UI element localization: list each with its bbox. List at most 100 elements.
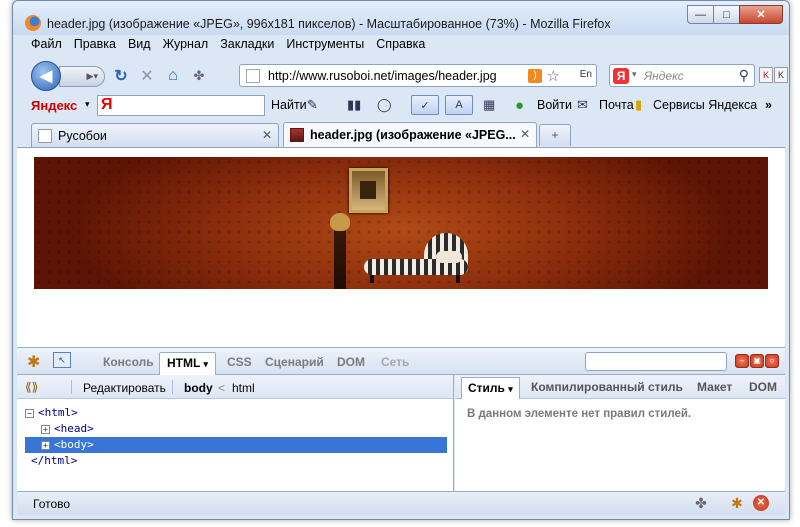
page-content <box>17 147 785 347</box>
window-controls: — □ ✕ <box>687 5 783 24</box>
minimize-button[interactable]: — <box>687 5 714 24</box>
picture-frame <box>349 168 388 213</box>
fb-tab-console[interactable]: Консоль <box>103 355 154 369</box>
bookmark-star-icon[interactable]: ☆ <box>547 67 560 85</box>
kaspersky-icon[interactable]: K <box>759 67 773 83</box>
fb-tab-dom[interactable]: DOM <box>337 355 365 369</box>
expand-icon[interactable]: + <box>41 440 50 450</box>
node-select-icon[interactable]: ⟪⟫ <box>25 380 38 394</box>
tree-node-label: <head> <box>54 422 94 435</box>
forward-button[interactable]: ▶▾ <box>59 66 105 87</box>
side-tab-style-label: Стиль <box>468 381 505 395</box>
yandex-search-input[interactable]: Я <box>97 95 265 116</box>
toolbar-overflow-chevron-icon[interactable]: » <box>765 98 772 112</box>
browser-window: header.jpg (изображение «JPEG», 996x181 … <box>12 0 790 520</box>
spellcheck-icon[interactable]: ✓ <box>411 95 439 115</box>
addon-status-icon[interactable]: ✤ <box>693 495 709 511</box>
tree-node-label: <body> <box>54 438 94 451</box>
breadcrumb-body[interactable]: body <box>184 381 213 395</box>
reload-icon[interactable]: ↻ <box>111 67 131 85</box>
tab-title: header.jpg (изображение «JPEG... <box>310 128 516 142</box>
chat-icon[interactable]: ◯ <box>377 96 392 114</box>
side-tab-computed[interactable]: Компилированный стиль <box>531 380 683 394</box>
breadcrumb-html[interactable]: html <box>232 381 255 395</box>
side-panel-tabs: Стиль ▾ Компилированный стиль Макет DOM <box>455 375 785 399</box>
tree-node-label: <html> <box>38 406 78 419</box>
menu-bookmarks[interactable]: Закладки <box>220 37 274 57</box>
firebug-detach-icon[interactable]: ▣ <box>750 354 764 368</box>
header-image <box>34 157 768 289</box>
error-status-icon[interactable]: ✕ <box>753 495 769 511</box>
menu-view[interactable]: Вид <box>128 37 151 57</box>
menu-history[interactable]: Журнал <box>163 37 209 57</box>
title-bar[interactable]: header.jpg (изображение «JPEG», 996x181 … <box>13 1 789 35</box>
expand-icon[interactable]: + <box>41 424 50 434</box>
tab-rusoboi[interactable]: Русобои ✕ <box>31 123 279 147</box>
url-bar[interactable]: http://www.rusoboi.net/images/header.jpg… <box>239 64 597 87</box>
tree-node-body-selected[interactable]: + <body> <box>25 437 447 453</box>
firebug-status-icon[interactable]: ✱ <box>729 495 745 511</box>
yandex-services-link[interactable]: Сервисы Яндекса <box>653 98 757 112</box>
inspect-element-icon[interactable]: ↖ <box>53 352 71 368</box>
fb-tab-script[interactable]: Сценарий <box>265 355 324 369</box>
yandex-find-button[interactable]: Найти <box>271 98 307 112</box>
back-button[interactable]: ◀ <box>31 61 61 91</box>
firebug-close-icon[interactable]: ○ <box>765 354 779 368</box>
tree-node-html-close[interactable]: </html> <box>25 453 443 469</box>
k-button-icon[interactable]: K <box>774 67 788 83</box>
menu-tools[interactable]: Инструменты <box>286 37 364 57</box>
firebug-bug-icon[interactable]: ✱ <box>27 352 40 372</box>
tree-node-html[interactable]: − <html> <box>25 405 443 421</box>
rss-icon[interactable]: ) <box>528 69 542 83</box>
bookmarks-ya-icon[interactable]: ▦ <box>483 96 495 114</box>
stop-icon[interactable]: ✕ <box>137 67 157 85</box>
new-tab-button[interactable]: + <box>539 124 571 146</box>
url-text[interactable]: http://www.rusoboi.net/images/header.jpg <box>268 69 497 83</box>
close-button[interactable]: ✕ <box>739 5 783 24</box>
firebug-minimize-icon[interactable]: – <box>735 354 749 368</box>
tab-close-icon[interactable]: ✕ <box>520 127 530 141</box>
tab-header-jpg[interactable]: header.jpg (изображение «JPEG... ✕ <box>283 122 537 147</box>
dom-tree: − <html> + <head> + <body> </html> <box>25 405 447 469</box>
chevron-down-icon: ▾ <box>508 384 513 394</box>
fb-tab-css[interactable]: CSS <box>227 355 252 369</box>
yandex-toolbar: Яндекс ▾ Я Найти ✎ ▮▮ ◯ ✓ A ▦ ● Войти ✉ … <box>13 93 789 119</box>
html-panel: ⟪⟫ Редактировать body < html − <html> + <h… <box>17 375 454 491</box>
translate-icon[interactable]: A <box>445 95 473 115</box>
side-tab-dom[interactable]: DOM <box>749 380 777 394</box>
yandex-engine-icon[interactable]: Я <box>613 68 629 84</box>
tree-node-head[interactable]: + <head> <box>25 421 443 437</box>
services-folder-icon: ▮ <box>635 97 643 112</box>
addon-icon[interactable]: ✤ <box>189 67 209 85</box>
yandex-mail-link[interactable]: Почта <box>599 98 634 112</box>
side-tab-layout[interactable]: Макет <box>697 380 732 394</box>
edit-button[interactable]: Редактировать <box>83 381 166 395</box>
yandex-input-logo: Я <box>101 96 113 113</box>
search-icon[interactable]: ⚲ <box>739 67 749 84</box>
vase <box>330 213 350 231</box>
collapse-icon[interactable]: − <box>25 408 34 418</box>
pagerank-icon[interactable]: ▮▮ <box>347 96 361 114</box>
navigation-toolbar: ▶▾ ◀ ↻ ✕ ⌂ ✤ http://www.rusoboi.net/imag… <box>13 59 789 91</box>
breadcrumb-separator: < <box>218 381 226 395</box>
fb-tab-net[interactable]: Сеть <box>381 355 409 369</box>
firebug-search-input[interactable] <box>585 352 727 371</box>
menu-file[interactable]: Файл <box>31 37 62 57</box>
side-tab-style[interactable]: Стиль ▾ <box>461 377 520 399</box>
fb-tab-html[interactable]: HTML ▾ <box>159 352 216 376</box>
translate-badge[interactable]: En <box>580 69 592 80</box>
menu-edit[interactable]: Правка <box>74 37 116 57</box>
search-bar[interactable]: Я ▾ Яндекс ⚲ <box>609 64 755 87</box>
tab-image-favicon-icon <box>290 128 304 142</box>
tab-close-icon[interactable]: ✕ <box>262 128 272 142</box>
home-icon[interactable]: ⌂ <box>163 67 183 85</box>
highlight-icon[interactable]: ✎ <box>307 96 318 114</box>
maximize-button[interactable]: □ <box>713 5 740 24</box>
menu-help[interactable]: Справка <box>376 37 425 57</box>
yandex-logo[interactable]: Яндекс <box>31 98 77 113</box>
yandex-login-link[interactable]: Войти <box>537 98 572 112</box>
yandex-menu-dropdown-icon[interactable]: ▾ <box>85 99 90 110</box>
sofa-leg <box>370 275 374 283</box>
tab-favicon-icon <box>38 128 52 143</box>
engine-dropdown-icon[interactable]: ▾ <box>632 69 637 80</box>
